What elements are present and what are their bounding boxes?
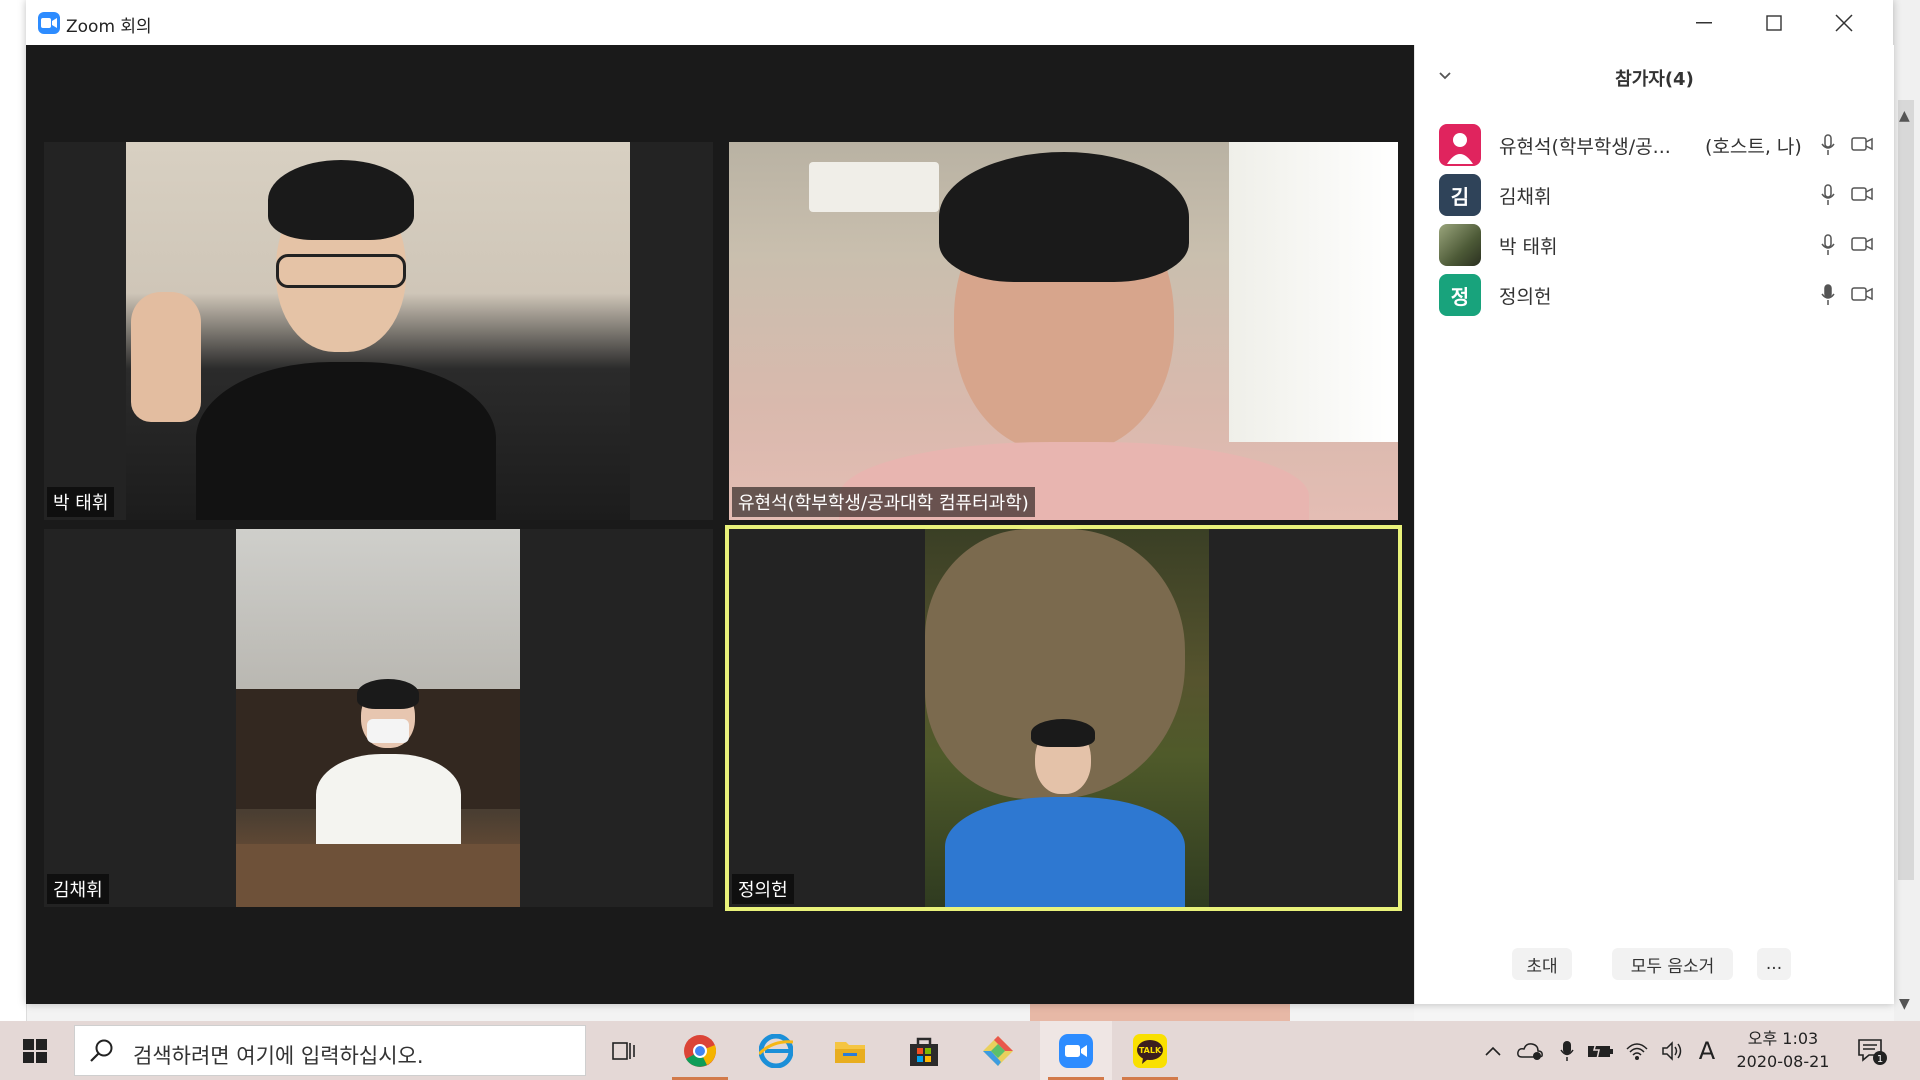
participant-body xyxy=(316,754,461,844)
zoom-logo-icon xyxy=(38,12,60,34)
glasses xyxy=(276,254,406,288)
taskbar-clock[interactable]: 오후 1:03 2020-08-21 xyxy=(1730,1027,1836,1073)
microphone-icon[interactable] xyxy=(1821,134,1835,156)
scroll-up-arrow-icon[interactable]: ▲ xyxy=(1899,108,1910,124)
close-button[interactable] xyxy=(1809,0,1879,45)
edge-icon[interactable] xyxy=(740,1021,812,1080)
maximize-button[interactable] xyxy=(1739,0,1809,45)
participant-hair xyxy=(357,679,419,709)
kakaotalk-icon[interactable]: TALK xyxy=(1114,1021,1186,1080)
task-view-icon[interactable] xyxy=(588,1021,660,1080)
video-camera-icon[interactable] xyxy=(1851,186,1873,202)
participant-row[interactable]: 김 김채휘 xyxy=(1439,167,1879,223)
video-feed xyxy=(126,142,630,520)
hand-gesture xyxy=(131,292,201,422)
windows-start-icon[interactable] xyxy=(0,1021,70,1080)
search-icon xyxy=(90,1039,113,1062)
participant-hair xyxy=(939,152,1189,282)
volume-icon[interactable] xyxy=(1658,1021,1688,1080)
video-camera-icon[interactable] xyxy=(1851,286,1873,302)
scroll-down-arrow-icon[interactable]: ▼ xyxy=(1899,996,1910,1012)
clock-date: 2020-08-21 xyxy=(1736,1052,1830,1071)
participant-hair xyxy=(1031,719,1095,747)
store-icon[interactable] xyxy=(888,1021,960,1080)
participant-hair xyxy=(268,160,414,240)
file-explorer-icon[interactable] xyxy=(814,1021,886,1080)
tile-name-label: 정의헌 xyxy=(732,874,794,904)
background-area xyxy=(1414,1004,1894,1021)
zoom-window: Zoom 회의 박 태휘 유현석(학부학생/공과대학 컴퓨터과학) 김채휘 정의… xyxy=(26,0,1894,1004)
title-bar[interactable]: Zoom 회의 xyxy=(26,0,1893,45)
participants-panel: 참가자(4) 유현석(학부학생/공... (호스트, 나) 김 김채휘 박 태휘 xyxy=(1414,45,1894,1004)
clock-time: 오후 1:03 xyxy=(1747,1029,1819,1048)
participant-name: 유현석(학부학생/공... xyxy=(1499,135,1671,158)
video-gallery: 박 태휘 유현석(학부학생/공과대학 컴퓨터과학) 김채휘 정의헌 xyxy=(26,45,1414,1004)
notification-center-icon[interactable]: 1 xyxy=(1852,1021,1892,1080)
input-method-indicator[interactable]: A xyxy=(1692,1021,1722,1080)
air-conditioner xyxy=(809,162,939,212)
background-app-edge xyxy=(0,0,27,1021)
chevron-up-icon[interactable] xyxy=(1480,1021,1506,1080)
participant-row[interactable]: 정 정의헌 xyxy=(1439,267,1879,323)
kakaotalk-label: TALK xyxy=(1139,1046,1162,1055)
video-feed xyxy=(236,529,520,907)
window-title: Zoom 회의 xyxy=(66,17,152,37)
tile-name-label: 박 태휘 xyxy=(47,487,115,517)
table xyxy=(236,844,520,907)
microphone-tray-icon[interactable] xyxy=(1554,1021,1580,1080)
participants-title: 참가자(4) xyxy=(1615,69,1694,90)
notification-count: 1 xyxy=(1877,1054,1883,1065)
microphone-icon[interactable] xyxy=(1821,184,1835,206)
mute-all-button[interactable]: 모두 음소거 xyxy=(1612,948,1733,980)
more-button[interactable]: ... xyxy=(1757,948,1791,980)
tile-name-label: 김채휘 xyxy=(47,874,109,904)
video-tile-yoo[interactable]: 유현석(학부학생/공과대학 컴퓨터과학) xyxy=(729,142,1398,520)
participant-row[interactable]: 박 태휘 xyxy=(1439,217,1879,273)
video-tile-park[interactable]: 박 태휘 xyxy=(44,142,713,520)
participant-body xyxy=(196,362,496,520)
background-scrollbar-thumb[interactable] xyxy=(1898,100,1914,880)
participant-name: 박 태휘 xyxy=(1499,235,1558,258)
person-icon xyxy=(1439,124,1481,166)
wifi-icon[interactable] xyxy=(1622,1021,1652,1080)
tile-name-label: 유현석(학부학생/공과대학 컴퓨터과학) xyxy=(732,487,1035,517)
onedrive-icon[interactable] xyxy=(1512,1021,1548,1080)
video-feed xyxy=(729,142,1398,520)
zoom-icon[interactable] xyxy=(1040,1021,1112,1080)
invite-button[interactable]: 초대 xyxy=(1512,948,1572,980)
video-tile-jung[interactable]: 정의헌 xyxy=(725,525,1402,911)
battery-icon[interactable] xyxy=(1584,1021,1616,1080)
initial-avatar: 정 xyxy=(1439,274,1481,316)
chrome-icon[interactable] xyxy=(664,1021,736,1080)
window-blinds xyxy=(1229,142,1398,442)
video-camera-icon[interactable] xyxy=(1851,136,1873,152)
photo-avatar xyxy=(1439,224,1481,266)
participant-role: (호스트, 나) xyxy=(1705,135,1802,158)
microphone-icon[interactable] xyxy=(1821,234,1835,256)
search-placeholder: 검색하려면 여기에 입력하십시오. xyxy=(133,1044,424,1068)
participant-row[interactable]: 유현석(학부학생/공... (호스트, 나) xyxy=(1439,117,1879,173)
taskbar-search-box[interactable]: 검색하려면 여기에 입력하십시오. xyxy=(74,1025,586,1076)
git-icon[interactable] xyxy=(962,1021,1034,1080)
video-feed xyxy=(925,529,1209,907)
taskbar: 검색하려면 여기에 입력하십시오. TALK A 오후 1:03 2020-08… xyxy=(0,1021,1920,1080)
participant-body xyxy=(945,797,1185,907)
face-mask xyxy=(367,719,409,743)
minimize-button[interactable] xyxy=(1669,0,1739,45)
participant-name: 김채휘 xyxy=(1499,185,1552,208)
video-camera-icon[interactable] xyxy=(1851,236,1873,252)
microphone-icon[interactable] xyxy=(1821,284,1835,306)
initial-avatar: 김 xyxy=(1439,174,1481,216)
video-tile-kim[interactable]: 김채휘 xyxy=(44,529,713,907)
participant-name: 정의헌 xyxy=(1499,285,1552,308)
